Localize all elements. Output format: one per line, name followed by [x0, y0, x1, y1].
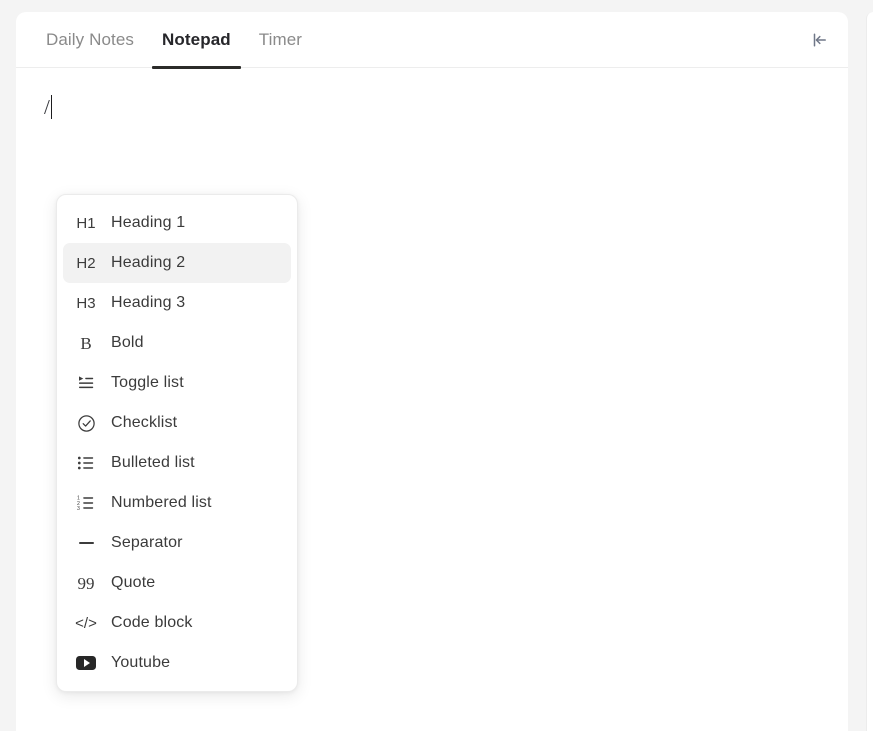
menu-item-heading-3-label: Heading 3	[111, 294, 186, 311]
numbered-list-glyph: 1 2 3	[77, 496, 94, 512]
checklist-icon	[73, 414, 99, 433]
menu-item-checklist-label: Checklist	[111, 414, 178, 431]
menu-item-quote[interactable]: 99 Quote	[63, 563, 291, 603]
h3-icon: H3	[73, 296, 99, 311]
menu-item-separator[interactable]: Separator	[63, 523, 291, 563]
notepad-card: Daily Notes Notepad Timer / H1 Heading 1…	[16, 12, 848, 731]
separator-icon	[73, 542, 99, 544]
svg-text:3: 3	[77, 506, 80, 512]
bold-icon: B	[73, 335, 99, 352]
h2-icon: H2	[73, 256, 99, 271]
menu-item-youtube-label: Youtube	[111, 654, 171, 671]
h1-icon: H1	[73, 216, 99, 231]
right-side-panel	[866, 12, 873, 731]
h2-icon-label: H2	[76, 254, 96, 272]
menu-item-heading-2-label: Heading 2	[111, 254, 186, 271]
menu-item-separator-label: Separator	[111, 534, 183, 551]
menu-item-bulleted-list[interactable]: Bulleted list	[63, 443, 291, 483]
editor-slash-text: /	[44, 95, 50, 119]
menu-item-youtube[interactable]: Youtube	[63, 643, 291, 683]
tab-timer[interactable]: Timer	[249, 12, 312, 68]
menu-item-code-block-label: Code block	[111, 614, 193, 631]
quote-icon-label: 99	[77, 573, 95, 593]
youtube-badge	[76, 656, 96, 670]
h1-icon-label: H1	[76, 214, 96, 232]
collapse-left-icon[interactable]	[804, 25, 834, 55]
bulleted-list-glyph	[77, 456, 94, 470]
tab-bar: Daily Notes Notepad Timer	[16, 12, 848, 69]
checklist-glyph	[77, 414, 95, 432]
menu-item-heading-3[interactable]: H3 Heading 3	[63, 283, 291, 323]
menu-item-heading-1-label: Heading 1	[111, 214, 186, 231]
menu-item-numbered-list-label: Numbered list	[111, 494, 212, 511]
menu-item-bold[interactable]: B Bold	[63, 323, 291, 363]
text-caret	[50, 95, 53, 119]
bulleted-list-icon	[73, 454, 99, 472]
menu-item-bulleted-list-label: Bulleted list	[111, 454, 195, 471]
separator-dash	[78, 542, 94, 544]
tab-daily-notes[interactable]: Daily Notes	[36, 12, 144, 68]
menu-item-toggle-list-label: Toggle list	[111, 374, 184, 391]
toggle-list-glyph	[79, 376, 94, 389]
menu-item-numbered-list[interactable]: 1 2 3 Numbered list	[63, 483, 291, 523]
editor-area[interactable]: / H1 Heading 1 H2 Heading 2 H3 Heading 3…	[16, 68, 848, 731]
numbered-list-icon: 1 2 3	[73, 494, 99, 512]
bold-icon-label: B	[80, 333, 92, 353]
collapse-left-glyph	[813, 32, 826, 47]
toggle-list-icon	[73, 374, 99, 392]
editor-current-line[interactable]: /	[44, 94, 820, 120]
tab-daily-notes-label: Daily Notes	[46, 29, 135, 49]
tab-timer-label: Timer	[258, 29, 303, 49]
code-block-icon: </>	[73, 616, 99, 631]
slash-command-menu[interactable]: H1 Heading 1 H2 Heading 2 H3 Heading 3 B…	[56, 194, 298, 692]
menu-item-bold-label: Bold	[111, 334, 144, 351]
tab-notepad-label: Notepad	[162, 29, 231, 49]
youtube-icon	[73, 656, 99, 670]
quote-icon: 99	[73, 575, 99, 592]
menu-item-checklist[interactable]: Checklist	[63, 403, 291, 443]
menu-item-heading-2[interactable]: H2 Heading 2	[63, 243, 291, 283]
youtube-play-triangle	[84, 659, 90, 667]
code-block-icon-label: </>	[75, 614, 97, 632]
menu-item-quote-label: Quote	[111, 574, 156, 591]
h3-icon-label: H3	[76, 294, 96, 312]
tab-notepad[interactable]: Notepad	[152, 12, 241, 69]
menu-item-heading-1[interactable]: H1 Heading 1	[63, 203, 291, 243]
menu-item-code-block[interactable]: </> Code block	[63, 603, 291, 643]
menu-item-toggle-list[interactable]: Toggle list	[63, 363, 291, 403]
